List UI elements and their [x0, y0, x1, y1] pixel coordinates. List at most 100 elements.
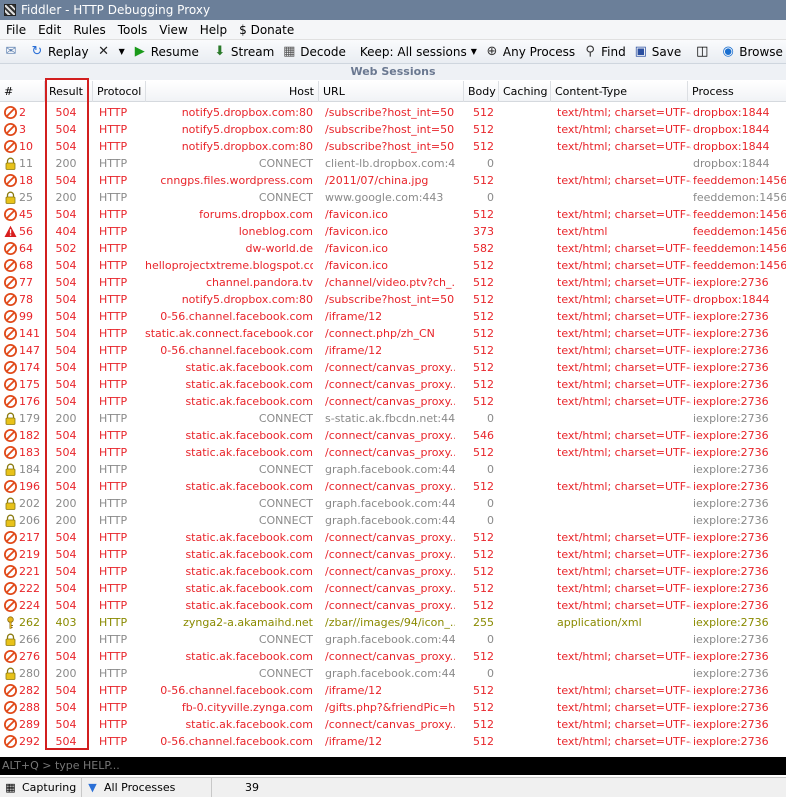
session-row[interactable]: 147 504 HTTP 0-56.channel.facebook.com/ifra… [0, 342, 786, 359]
resume-button[interactable]: ▶ Resume [129, 41, 203, 63]
menu-rules[interactable]: Rules [67, 23, 111, 37]
session-row[interactable]: 175 504 HTTP static.ak.facebook.com/connect… [0, 376, 786, 393]
result-cell: 502 [55, 242, 77, 255]
comment-button[interactable]: ✉ [0, 41, 26, 63]
content-type-cell: text/html; charset=UTF-8 [557, 395, 691, 408]
process-cell: iexplore:2736 [693, 327, 769, 340]
body-cell: 512 [473, 548, 494, 561]
url-cell: graph.facebook.com:443 [325, 463, 455, 476]
protocol-cell: HTTP [99, 429, 128, 442]
save-button[interactable]: ▣ Save [630, 41, 685, 63]
session-row[interactable]: 292 504 HTTP 0-56.channel.facebook.com/ifra… [0, 733, 786, 750]
session-row[interactable]: 176 504 HTTP static.ak.facebook.com/connect… [0, 393, 786, 410]
screenshot-button[interactable]: ◫ [691, 41, 717, 63]
column-header-result[interactable]: Result [45, 81, 93, 102]
session-row[interactable]: 262 403 HTTP zynga2-a.akamaihd.net/zbar//im… [0, 614, 786, 631]
menu-view[interactable]: View [153, 23, 193, 37]
menu-file[interactable]: File [0, 23, 32, 37]
column-header-url[interactable]: URL [319, 81, 464, 102]
keep-sessions-dropdown[interactable]: Keep: All sessions ▼ [356, 41, 481, 63]
session-number-cell: 222 [4, 580, 44, 597]
result-cell: 504 [55, 582, 77, 595]
chevron-down-icon: ▼ [118, 47, 125, 56]
session-row[interactable]: 280 200 HTTP CONNECT graph.facebook.com:443 0… [0, 665, 786, 682]
capturing-toggle[interactable]: ▦ Capturing [0, 777, 82, 797]
url-cell: graph.facebook.com:443 [325, 497, 455, 510]
body-cell: 512 [473, 259, 494, 272]
session-row[interactable]: 288 504 HTTP fb-0.cityville.zynga.com/gifts… [0, 699, 786, 716]
blocked-icon [4, 361, 17, 374]
menu-donate[interactable]: $ Donate [233, 23, 300, 37]
session-row[interactable]: 99 504 HTTP 0-56.channel.facebook.com/ifram… [0, 308, 786, 325]
column-header-host[interactable]: Host [146, 81, 319, 102]
blocked-icon [4, 735, 17, 748]
column-header-process[interactable]: Process [688, 81, 786, 102]
session-row[interactable]: 56 404 HTTP loneblog.com/favicon.ico 373 text… [0, 223, 786, 240]
session-row[interactable]: 179 200 HTTP CONNECT s-static.ak.fbcdn.net:4… [0, 410, 786, 427]
host-cell: notify5.dropbox.com:80 [181, 140, 313, 153]
column-header-content-type[interactable]: Content-Type [551, 81, 688, 102]
session-row[interactable]: 184 200 HTTP CONNECT graph.facebook.com:443 0… [0, 461, 786, 478]
session-row[interactable]: 206 200 HTTP CONNECT graph.facebook.com:443 0… [0, 512, 786, 529]
session-row[interactable]: 282 504 HTTP 0-56.channel.facebook.com/ifra… [0, 682, 786, 699]
body-cell: 512 [473, 480, 494, 493]
menu-edit[interactable]: Edit [32, 23, 67, 37]
session-row[interactable]: 224 504 HTTP static.ak.facebook.com/connect… [0, 597, 786, 614]
result-cell: 504 [55, 123, 77, 136]
session-row[interactable]: 68 504 HTTP helloprojectxtreme.blogspot.com… [0, 257, 786, 274]
session-row[interactable]: 202 200 HTTP CONNECT graph.facebook.com:443 0… [0, 495, 786, 512]
session-row[interactable]: 183 504 HTTP static.ak.facebook.com/connect… [0, 444, 786, 461]
browse-button[interactable]: ◉ Browse [717, 41, 786, 63]
session-row[interactable]: 221 504 HTTP static.ak.facebook.com/connect… [0, 563, 786, 580]
url-cell: www.google.com:443 [325, 191, 444, 204]
session-row[interactable]: 25 200 HTTP CONNECT www.google.com:443 0 feedd… [0, 189, 786, 206]
menu-tools[interactable]: Tools [112, 23, 154, 37]
session-row[interactable]: 141 504 HTTP static.ak.connect.facebook.com… [0, 325, 786, 342]
session-row[interactable]: 10 504 HTTP notify5.dropbox.com:80/subscrib… [0, 138, 786, 155]
lock-icon [4, 497, 17, 510]
session-row[interactable]: 182 504 HTTP static.ak.facebook.com/connect… [0, 427, 786, 444]
session-row[interactable]: 222 504 HTTP static.ak.facebook.com/connect… [0, 580, 786, 597]
menu-help[interactable]: Help [194, 23, 233, 37]
process-filter[interactable]: ▼ All Processes [82, 777, 212, 797]
session-row[interactable]: 266 200 HTTP CONNECT graph.facebook.com:443 0… [0, 631, 786, 648]
any-process-button[interactable]: ⊕ Any Process [481, 41, 579, 63]
remove-button[interactable]: ✕ ▼ [93, 41, 129, 63]
session-row[interactable]: 2 504 HTTP notify5.dropbox.com:80/subscribe… [0, 104, 786, 121]
find-button[interactable]: ⚲ Find [579, 41, 630, 63]
session-row[interactable]: 78 504 HTTP notify5.dropbox.com:80/subscrib… [0, 291, 786, 308]
body-cell: 0 [487, 497, 494, 510]
column-header-caching[interactable]: Caching [499, 81, 551, 102]
session-number-cell: 280 [4, 665, 44, 682]
session-row[interactable]: 11 200 HTTP CONNECT client-lb.dropbox.com:44… [0, 155, 786, 172]
content-type-cell [557, 631, 691, 648]
result-cell: 504 [55, 531, 77, 544]
process-cell: iexplore:2736 [693, 378, 769, 391]
column-header-protocol[interactable]: Protocol [93, 81, 146, 102]
protocol-cell: HTTP [99, 361, 128, 374]
session-row[interactable]: 64 502 HTTP dw-world.de/favicon.ico 582 text/… [0, 240, 786, 257]
session-row[interactable]: 196 504 HTTP static.ak.facebook.com/connect… [0, 478, 786, 495]
session-number-cell: 206 [4, 512, 44, 529]
content-type-cell: text/html; charset=UTF-8 [557, 123, 691, 136]
session-row[interactable]: 276 504 HTTP static.ak.facebook.com/connect… [0, 648, 786, 665]
session-row[interactable]: 77 504 HTTP channel.pandora.tv/channel/vide… [0, 274, 786, 291]
session-row[interactable]: 219 504 HTTP static.ak.facebook.com/connect… [0, 546, 786, 563]
session-row[interactable]: 217 504 HTTP static.ak.facebook.com/connect… [0, 529, 786, 546]
url-cell: /connect/canvas_proxy... [325, 446, 455, 459]
session-row[interactable]: 3 504 HTTP notify5.dropbox.com:80/subscribe… [0, 121, 786, 138]
session-row[interactable]: 45 504 HTTP forums.dropbox.com/favicon.ico 5… [0, 206, 786, 223]
blocked-icon [4, 718, 17, 731]
session-row[interactable]: 18 504 HTTP cnngps.files.wordpress.com/2011… [0, 172, 786, 189]
column-header-number[interactable]: # [0, 81, 45, 102]
result-cell: 504 [55, 735, 77, 748]
session-row[interactable]: 289 504 HTTP static.ak.facebook.com/connect… [0, 716, 786, 733]
stream-button[interactable]: ⬇ Stream [209, 41, 278, 63]
replay-button[interactable]: ↻ Replay [26, 41, 93, 63]
decode-button[interactable]: ▦ Decode [278, 41, 350, 63]
quickexec-input[interactable]: ALT+Q > type HELP... [0, 757, 786, 775]
protocol-cell: HTTP [99, 225, 128, 238]
column-header-body[interactable]: Body [464, 81, 499, 102]
session-row[interactable]: 174 504 HTTP static.ak.facebook.com/connect… [0, 359, 786, 376]
host-cell: CONNECT [258, 157, 313, 170]
